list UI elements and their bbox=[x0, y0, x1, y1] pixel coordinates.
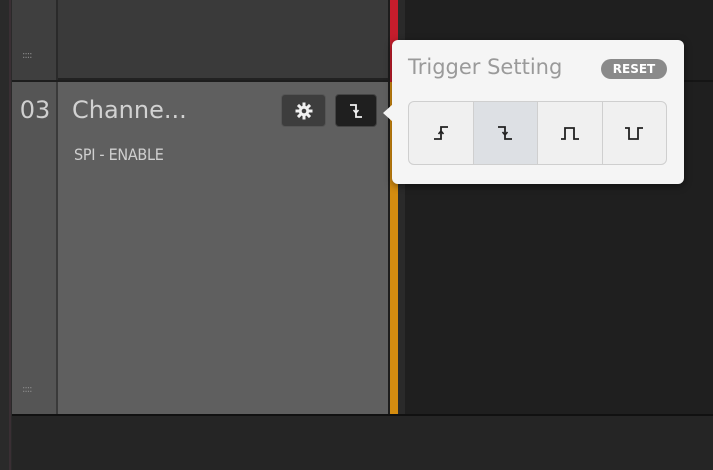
trigger-rising-edge-option[interactable] bbox=[409, 102, 474, 164]
channel-number: 03 bbox=[19, 96, 51, 124]
channel-name[interactable]: Channe... bbox=[72, 96, 187, 124]
gear-icon bbox=[295, 102, 313, 120]
positive-pulse-icon bbox=[560, 127, 579, 140]
trigger-negative-pulse-option[interactable] bbox=[603, 102, 667, 164]
previous-channel-row bbox=[12, 0, 388, 80]
trigger-falling-edge-option[interactable] bbox=[473, 102, 538, 164]
popover-title: Trigger Setting bbox=[408, 55, 563, 79]
left-edge-line bbox=[9, 0, 11, 470]
negative-pulse-icon bbox=[625, 127, 644, 140]
channel-trigger-button[interactable] bbox=[335, 94, 377, 127]
bottom-bar bbox=[12, 414, 713, 470]
trigger-positive-pulse-option[interactable] bbox=[538, 102, 603, 164]
reset-button[interactable]: RESET bbox=[601, 59, 667, 79]
channel-number-column bbox=[12, 82, 58, 414]
falling-edge-icon bbox=[498, 126, 513, 140]
drag-handle-icon[interactable]: :::: bbox=[22, 384, 33, 395]
falling-edge-icon bbox=[350, 104, 362, 118]
previous-channel-number-column bbox=[12, 0, 58, 80]
channel-settings-button[interactable] bbox=[281, 94, 326, 127]
popover-arrow bbox=[383, 104, 393, 122]
channel-row[interactable] bbox=[12, 82, 388, 414]
rising-edge-icon bbox=[433, 126, 448, 140]
trigger-type-group bbox=[408, 101, 667, 165]
drag-handle-icon[interactable]: :::: bbox=[22, 50, 33, 61]
channel-subtitle: SPI - ENABLE bbox=[74, 145, 164, 164]
